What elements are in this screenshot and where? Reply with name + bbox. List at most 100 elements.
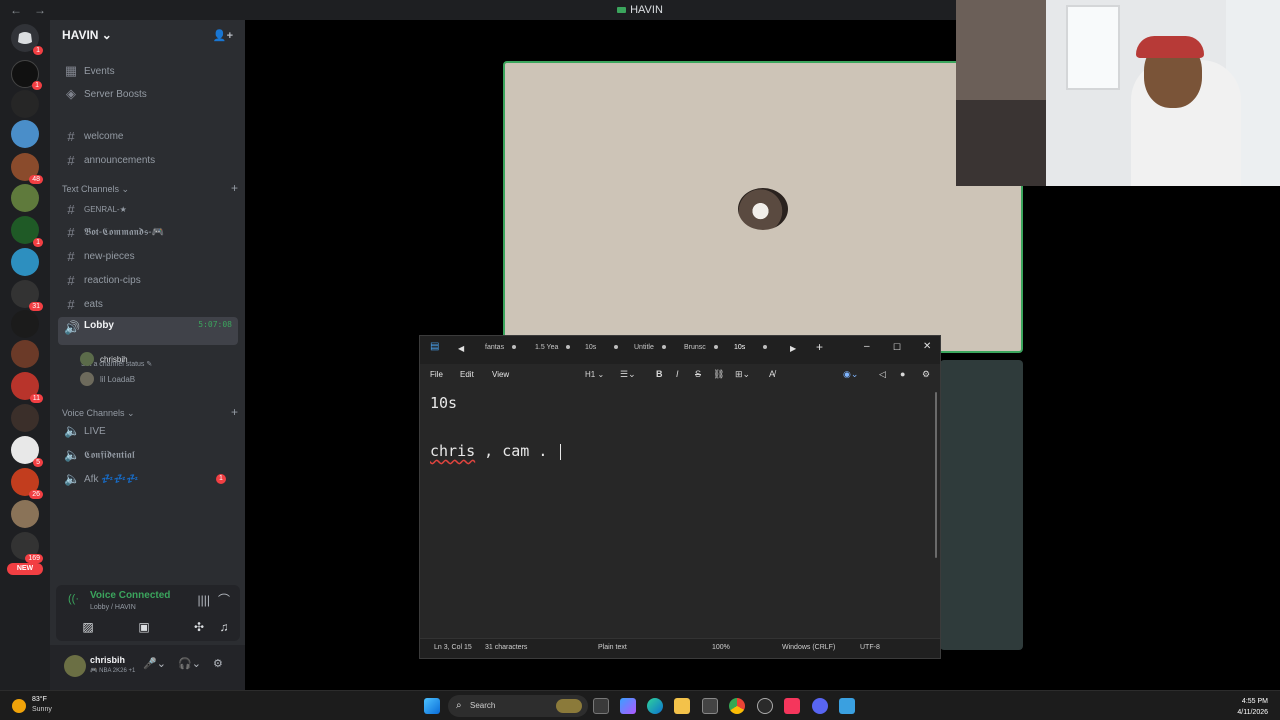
text-channels-category[interactable]: Text Channels ⌄ + <box>62 182 238 195</box>
signal-icon[interactable]: ((· <box>68 593 79 605</box>
taskbar-search[interactable]: ⌕ Search <box>448 695 588 717</box>
server-icon[interactable]: 1 <box>11 60 42 90</box>
server-icon[interactable] <box>11 404 39 432</box>
voice-channel-afk[interactable]: 🔈 Afk 💤💤💤 1 <box>58 468 238 490</box>
copilot-icon[interactable]: ◉⌄ <box>843 369 858 380</box>
gear-icon[interactable]: ⚙ <box>213 657 223 670</box>
channel-reaction-cips[interactable]: # reaction-cips <box>58 269 238 291</box>
channel-eats[interactable]: # eats <box>58 293 238 315</box>
soundboard-icon[interactable]: ♫ <box>204 617 244 637</box>
channel-announcements[interactable]: # announcements <box>58 149 238 171</box>
video-tile[interactable] <box>940 360 1023 650</box>
server-icon[interactable] <box>11 248 39 276</box>
new-badge[interactable]: NEW <box>7 563 43 575</box>
share-icon[interactable]: ◁ <box>879 369 886 380</box>
voice-channel-confidential[interactable]: 🔈 𝕮𝖔𝖓𝖋𝖎𝖉𝖊𝖓𝖙𝖎𝖆𝖑 <box>58 444 238 466</box>
bold-icon[interactable]: B <box>656 369 663 379</box>
channel-genral[interactable]: # GENRAL-★ <box>58 198 238 220</box>
heading-dropdown[interactable]: H1 ⌄ <box>585 370 604 379</box>
server-icon[interactable] <box>11 340 39 368</box>
tab-untitle[interactable]: Untitle <box>634 344 666 351</box>
copilot-icon[interactable] <box>620 698 636 714</box>
list-icon[interactable]: ☰⌄ <box>620 369 636 380</box>
notepad-icon[interactable] <box>839 698 855 714</box>
weather-condition[interactable]: Sunny <box>32 706 52 713</box>
tab-fantas[interactable]: fantas <box>485 344 517 351</box>
server-icon[interactable] <box>11 184 39 212</box>
server-icon[interactable]: 26 <box>11 468 43 499</box>
gear-icon[interactable]: ⚙ <box>922 369 930 380</box>
edge-icon[interactable] <box>647 698 663 714</box>
music-icon[interactable] <box>784 698 800 714</box>
server-name[interactable]: HAVIN ⌄ <box>62 28 112 42</box>
channel-new-pieces[interactable]: # new-pieces <box>58 245 238 267</box>
store-icon[interactable] <box>702 698 718 714</box>
microphone-icon[interactable]: 🎤⌄ <box>143 657 166 670</box>
system-clock[interactable]: 4:55 PM 4/11/2026 <box>1237 696 1268 718</box>
scrollbar[interactable] <box>935 392 937 558</box>
weather-temperature[interactable]: 83°F <box>32 696 47 703</box>
start-icon[interactable] <box>424 698 440 714</box>
add-channel-icon[interactable]: + <box>231 406 238 419</box>
add-channel-icon[interactable]: + <box>231 182 238 195</box>
avatar[interactable] <box>64 655 86 677</box>
server-boosts-item[interactable]: ◈ Server Boosts <box>58 83 238 105</box>
maximize-icon[interactable]: ☐ <box>893 342 901 353</box>
menu-file[interactable]: File <box>430 370 443 379</box>
events-item[interactable]: ▦ Events <box>58 60 238 82</box>
settings-icon[interactable] <box>757 698 773 714</box>
clear-format-icon[interactable]: A̸ <box>769 369 775 379</box>
headphones-icon[interactable]: 🎧⌄ <box>178 657 201 670</box>
server-icon[interactable] <box>11 120 39 148</box>
camera-icon[interactable]: ▨ <box>68 617 108 637</box>
server-icon[interactable]: 31 <box>11 280 43 311</box>
close-icon[interactable]: ✕ <box>923 341 931 352</box>
screen-share-icon[interactable]: ▣ <box>124 617 164 637</box>
italic-icon[interactable]: I <box>676 369 679 379</box>
tab-scroll-right-icon[interactable]: ▶ <box>790 344 796 353</box>
file-explorer-icon[interactable] <box>674 698 690 714</box>
discord-icon[interactable] <box>812 698 828 714</box>
zoom-level[interactable]: 100% <box>712 644 730 651</box>
server-icon[interactable] <box>11 90 39 118</box>
voice-channel-live[interactable]: 🔈 LIVE <box>58 420 238 442</box>
new-tab-button[interactable]: + <box>816 340 823 354</box>
server-header[interactable]: HAVIN ⌄ 👤+ <box>50 20 245 50</box>
line-ending[interactable]: Windows (CRLF) <box>782 644 835 651</box>
chrome-icon[interactable] <box>729 698 745 714</box>
server-icon[interactable] <box>11 500 39 528</box>
channel-bot-commands[interactable]: # 𝕭𝖔𝖙-𝕮𝖔𝖒𝖒𝖆𝖓𝖉𝖘-🎮 <box>58 221 238 243</box>
minimize-icon[interactable]: – <box>864 341 870 352</box>
noise-suppression-icon[interactable]: |||| <box>198 593 210 607</box>
menu-view[interactable]: View <box>492 370 509 379</box>
menu-edit[interactable]: Edit <box>460 370 474 379</box>
tab-scroll-left-icon[interactable]: ◀ <box>458 344 464 353</box>
strikethrough-icon[interactable]: S <box>695 369 701 379</box>
add-member-icon[interactable]: 👤+ <box>213 29 233 42</box>
server-icon[interactable]: 5 <box>11 436 43 467</box>
server-icon[interactable]: 169 <box>11 532 43 563</box>
server-icon[interactable] <box>11 310 39 338</box>
misspelled-word[interactable]: chris <box>430 442 475 460</box>
server-icon[interactable]: 1 <box>11 216 43 247</box>
tab-10s[interactable]: 10s <box>585 344 619 351</box>
voice-channels-category[interactable]: Voice Channels ⌄ + <box>62 406 238 419</box>
channel-welcome[interactable]: # welcome <box>58 125 238 147</box>
account-icon[interactable]: ● <box>900 369 905 379</box>
disconnect-icon[interactable]: ⌒ <box>218 591 230 608</box>
tab-brunsc[interactable]: Brunsc <box>684 344 718 351</box>
username[interactable]: chrisbih <box>90 655 125 665</box>
task-view-icon[interactable] <box>593 698 609 714</box>
tab-10s-active[interactable]: 10s <box>734 344 768 351</box>
table-icon[interactable]: ⊞⌄ <box>735 369 750 380</box>
discord-home-icon[interactable]: 1 <box>11 24 43 55</box>
sun-icon[interactable] <box>12 699 26 713</box>
encoding[interactable]: UTF-8 <box>860 644 880 651</box>
voice-location[interactable]: Lobby / HAVIN <box>90 604 136 611</box>
tab-1-5-yea[interactable]: 1.5 Yea <box>535 344 571 351</box>
server-icon[interactable]: 48 <box>11 153 43 184</box>
text-format[interactable]: Plain text <box>598 644 627 651</box>
link-icon[interactable]: ⛓ <box>713 369 724 380</box>
voice-channel-lobby[interactable]: 🔊 Lobby 5:07:08 <box>58 317 238 345</box>
voice-user-chrisbih[interactable]: chrisbih <box>80 350 128 368</box>
